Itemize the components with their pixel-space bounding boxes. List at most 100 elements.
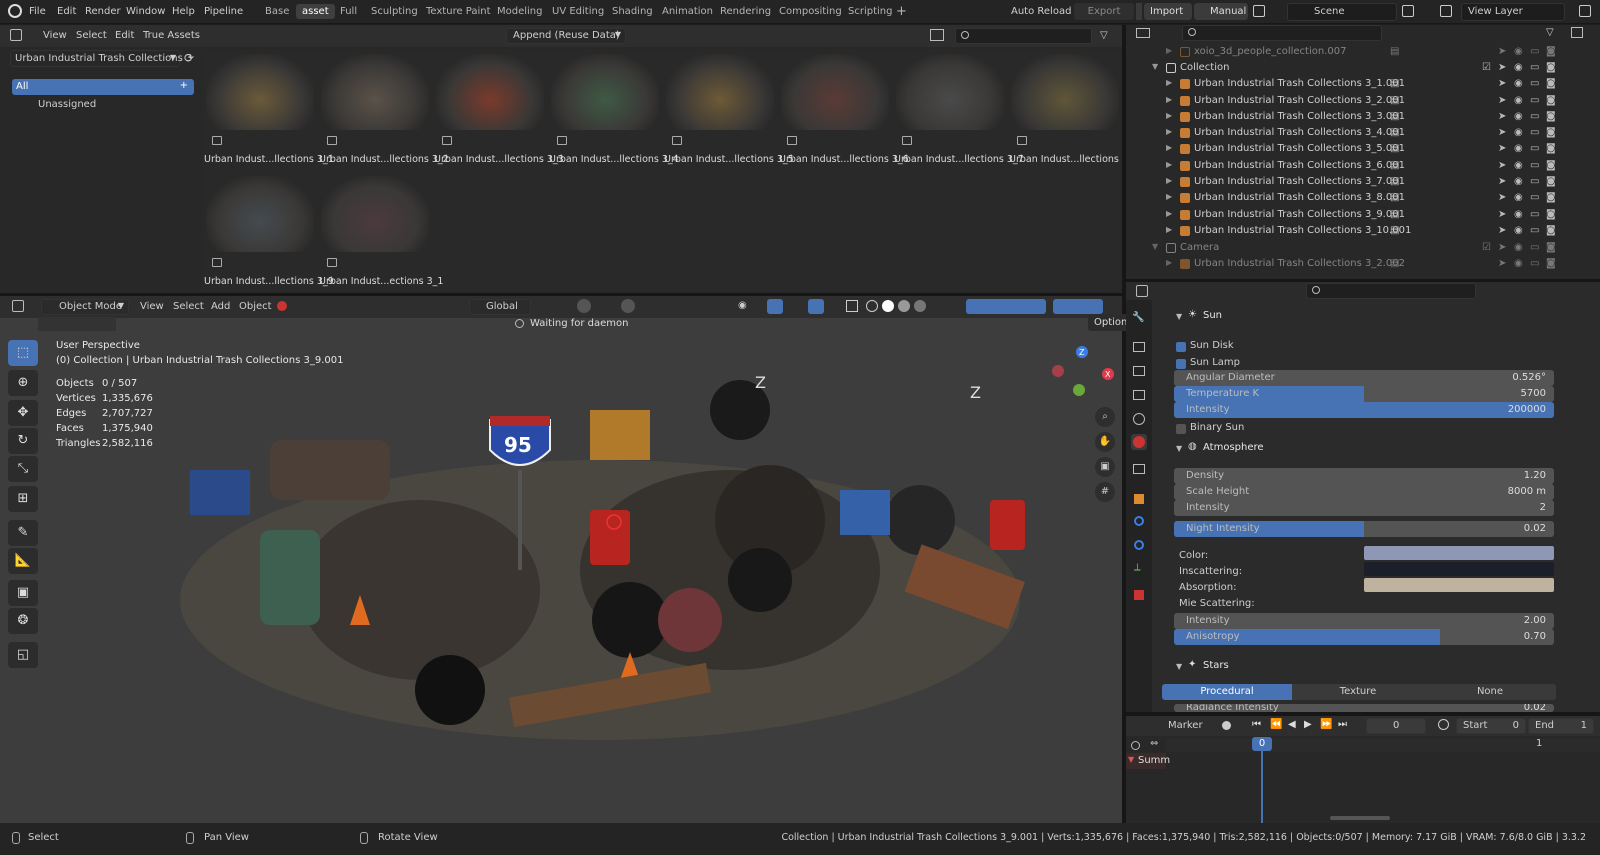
night-intensity-slider[interactable]: Night Intensity 0.02 bbox=[1174, 521, 1554, 537]
linked-data-icon[interactable]: ▤ bbox=[1390, 225, 1399, 236]
gizmo-toggle-icon[interactable] bbox=[767, 299, 783, 314]
camera-icon[interactable]: ◙ bbox=[1546, 192, 1556, 203]
render-tab-icon[interactable] bbox=[1133, 342, 1145, 352]
disclosure-icon[interactable]: ▶ bbox=[1166, 127, 1172, 136]
tool-tab-icon[interactable]: 🔧 bbox=[1132, 312, 1144, 323]
proportional-edit-icon[interactable] bbox=[621, 299, 635, 313]
outliner-item[interactable]: ▶ Urban Industrial Trash Collections 3_8.… bbox=[1126, 190, 1600, 206]
editor-type-icon[interactable] bbox=[10, 29, 22, 41]
disclosure-icon[interactable]: ▶ bbox=[1166, 46, 1172, 55]
menu-file[interactable]: File bbox=[29, 6, 46, 17]
anisotropy-slider[interactable]: Anisotropy 0.70 bbox=[1174, 629, 1554, 645]
eye-icon[interactable]: ◉ bbox=[1514, 160, 1523, 171]
camera-icon[interactable]: ◙ bbox=[1546, 242, 1556, 253]
disclosure-icon[interactable]: ▶ bbox=[1166, 95, 1172, 104]
tab-rendering[interactable]: Rendering bbox=[720, 6, 771, 17]
orientation-dropdown[interactable]: Global bbox=[469, 299, 531, 315]
eye-icon[interactable]: ◉ bbox=[1514, 46, 1523, 57]
outliner-item[interactable]: ▶ xoio_3d_people_collection.007 ▤ ➤ ◉ ▭ ◙ bbox=[1126, 44, 1600, 60]
camera-icon[interactable]: ◙ bbox=[1546, 209, 1556, 220]
absorption-swatch[interactable] bbox=[1364, 578, 1554, 592]
eye-icon[interactable]: ◉ bbox=[1514, 78, 1523, 89]
camera-icon[interactable]: ◙ bbox=[1546, 176, 1556, 187]
menu-window[interactable]: Window bbox=[126, 6, 165, 17]
xray-icon[interactable] bbox=[846, 300, 858, 312]
jump-end-icon[interactable]: ⏭ bbox=[1338, 719, 1347, 730]
playhead-frame[interactable]: 0 bbox=[1252, 737, 1272, 751]
eye-icon[interactable]: ◉ bbox=[1514, 209, 1523, 220]
asset-thumbnail[interactable]: Urban Indust...llections 3_5 bbox=[664, 50, 794, 168]
eye-icon[interactable]: ◉ bbox=[1514, 62, 1523, 73]
tab-sculpting[interactable]: Sculpting bbox=[371, 6, 418, 17]
scene-field[interactable]: Scene bbox=[1287, 3, 1397, 21]
menu-pipeline[interactable]: Pipeline bbox=[204, 6, 243, 17]
linked-data-icon[interactable]: ▤ bbox=[1390, 160, 1399, 171]
transform-tool[interactable]: ⊞ bbox=[8, 486, 38, 512]
ortho-grid-icon[interactable]: # bbox=[1095, 482, 1115, 502]
sun-disk-checkbox[interactable] bbox=[1176, 342, 1186, 352]
temperature-slider[interactable]: Temperature K 5700 bbox=[1174, 386, 1554, 402]
editor-type-icon[interactable] bbox=[1136, 285, 1148, 297]
outliner-collection[interactable]: ▼ Camera ☑ ➤ ◉ ▭ ◙ bbox=[1126, 240, 1600, 256]
linked-data-icon[interactable]: ▤ bbox=[1390, 209, 1399, 220]
viewport-icon[interactable]: ▭ bbox=[1530, 258, 1539, 269]
camera-icon[interactable]: ◙ bbox=[1546, 111, 1556, 122]
radiance-intensity-field[interactable]: Radiance Intensity 0.02 bbox=[1174, 704, 1554, 712]
filter-bar[interactable] bbox=[966, 299, 1046, 314]
asset-library-dropdown[interactable]: Urban Industrial Trash Collections 3 ▼ bbox=[10, 50, 192, 67]
shading-wireframe-icon[interactable] bbox=[866, 300, 878, 312]
asset-thumbnail[interactable]: Urban Indust...llections 3_1 bbox=[204, 50, 334, 168]
export-button[interactable]: Export bbox=[1074, 3, 1134, 20]
editor-type-icon[interactable] bbox=[12, 300, 24, 312]
tab-modeling[interactable]: Modeling bbox=[497, 6, 543, 17]
disclosure-icon[interactable]: ▶ bbox=[1166, 258, 1172, 267]
search-icon[interactable] bbox=[1131, 741, 1140, 750]
menu-edit[interactable]: Edit bbox=[57, 6, 76, 17]
select-arrow-icon[interactable]: ➤ bbox=[1498, 242, 1506, 253]
navigation-gizmo[interactable]: Z X bbox=[1052, 338, 1122, 398]
view-layer-field[interactable]: View Layer bbox=[1461, 3, 1565, 21]
viewport-icon[interactable]: ▭ bbox=[1530, 192, 1539, 203]
viewport-icon[interactable]: ▭ bbox=[1530, 46, 1539, 57]
linked-data-icon[interactable]: ▤ bbox=[1390, 95, 1399, 106]
camera-icon[interactable]: ◙ bbox=[1546, 78, 1556, 89]
timeline-scrollbar[interactable] bbox=[1330, 816, 1390, 820]
ab-menu-view[interactable]: View bbox=[43, 30, 67, 41]
select-arrow-icon[interactable]: ➤ bbox=[1498, 111, 1506, 122]
ab-menu-select[interactable]: Select bbox=[76, 30, 107, 41]
properties-search-input[interactable] bbox=[1306, 283, 1476, 299]
world-tab-icon[interactable] bbox=[1131, 434, 1147, 450]
sun-lamp-checkbox[interactable] bbox=[1176, 359, 1186, 369]
collection-tab-icon[interactable] bbox=[1133, 464, 1145, 474]
camera-icon[interactable]: ◙ bbox=[1546, 46, 1556, 57]
pan-hand-icon[interactable]: ✋ bbox=[1095, 432, 1115, 452]
annotate-tool[interactable]: ✎ bbox=[8, 520, 38, 546]
collapse-icon[interactable]: ▼ bbox=[1176, 444, 1182, 453]
camera-icon[interactable]: ◙ bbox=[1546, 225, 1556, 236]
tab-scripting[interactable]: Scripting bbox=[848, 6, 892, 17]
gizmo-y-axis[interactable] bbox=[1073, 384, 1085, 396]
select-mode-icons[interactable] bbox=[38, 317, 116, 331]
outliner-item[interactable]: ▶ Urban Industrial Trash Collections 3_6.… bbox=[1126, 158, 1600, 174]
frame-ruler[interactable] bbox=[1166, 738, 1600, 752]
auto-reload-label[interactable]: Auto Reload bbox=[1011, 6, 1071, 17]
tab-base[interactable]: Base bbox=[265, 6, 289, 17]
outliner-item[interactable]: ▶ Urban Industrial Trash Collections 3_7.… bbox=[1126, 174, 1600, 190]
linked-data-icon[interactable]: ▤ bbox=[1390, 46, 1399, 57]
next-key-icon[interactable]: ⏩ bbox=[1320, 719, 1332, 730]
viewport-icon[interactable]: ▭ bbox=[1530, 62, 1539, 73]
inscattering-swatch[interactable] bbox=[1364, 562, 1554, 576]
import-mode-dropdown[interactable]: Append (Reuse Data) ▼ bbox=[506, 28, 626, 44]
visibility-icon[interactable]: ◉ bbox=[738, 300, 747, 311]
asset-search-input[interactable] bbox=[955, 28, 1092, 44]
eye-icon[interactable]: ◉ bbox=[1514, 127, 1523, 138]
menu-help[interactable]: Help bbox=[172, 6, 195, 17]
collapse-icon[interactable]: ▼ bbox=[1176, 662, 1182, 671]
viewport-icon[interactable]: ▭ bbox=[1530, 78, 1539, 89]
camera-icon[interactable]: ◙ bbox=[1546, 62, 1556, 73]
outliner-collection[interactable]: ▼ Collection ☑ ➤ ◉ ▭ ◙ bbox=[1126, 60, 1600, 76]
eye-icon[interactable]: ◉ bbox=[1514, 95, 1523, 106]
density-field[interactable]: Density 1.20 bbox=[1174, 468, 1554, 484]
select-arrow-icon[interactable]: ➤ bbox=[1498, 160, 1506, 171]
import-button[interactable]: Import bbox=[1144, 3, 1192, 20]
